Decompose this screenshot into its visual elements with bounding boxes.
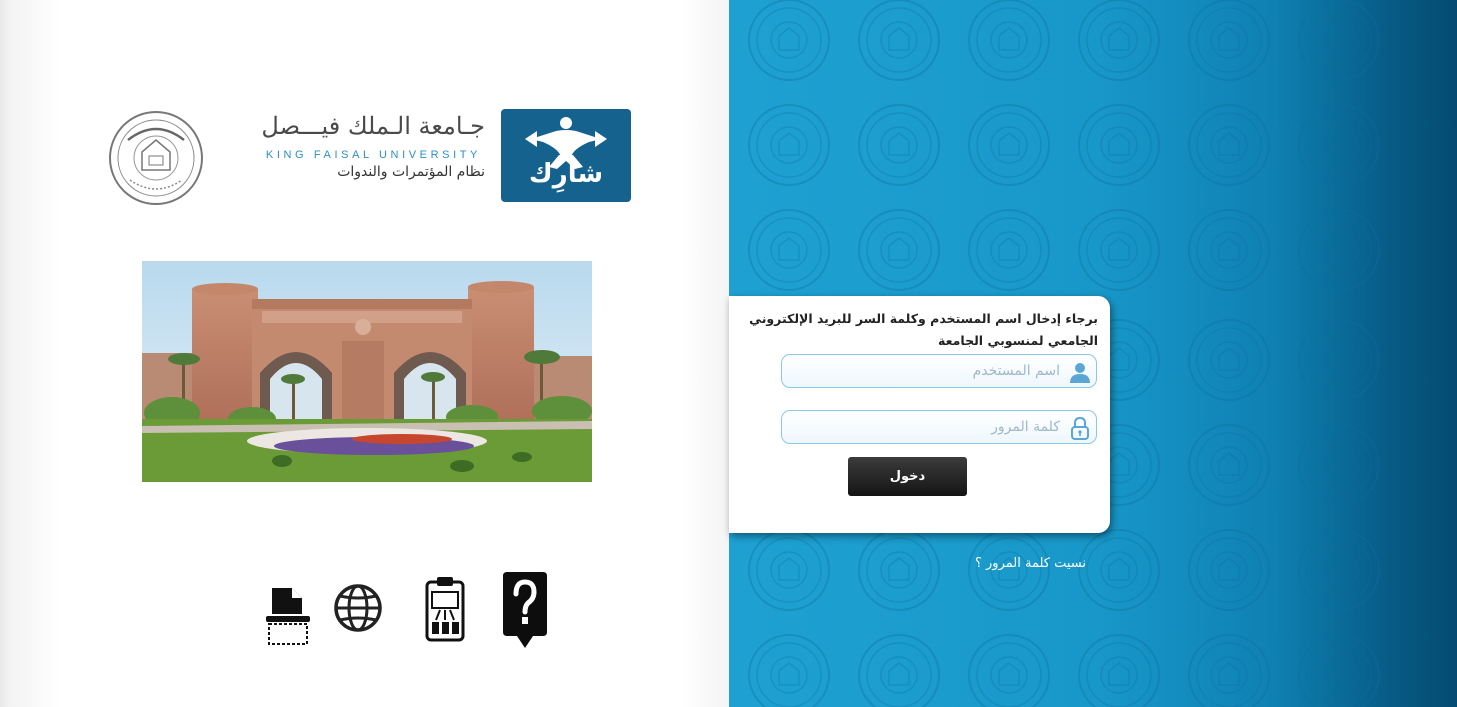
username-input[interactable]	[782, 355, 1066, 387]
branding-panel: جـامعة الـملك فيـــصل KING FAISAL UNIVER…	[0, 0, 729, 707]
university-name-english: KING FAISAL UNIVERSITY	[265, 149, 481, 161]
login-button[interactable]: دخول	[848, 457, 967, 496]
login-prompt: برجاء إدخال اسم المستخدم وكلمة السر للبر…	[749, 311, 1098, 348]
campus-photo	[142, 261, 592, 482]
document-scan-icon[interactable]	[262, 572, 314, 648]
university-name-arabic: جـامعة الـملك فيـــصل	[261, 112, 485, 140]
password-input[interactable]	[782, 411, 1066, 443]
share-logo: شارِك	[501, 109, 631, 202]
user-icon	[1068, 360, 1092, 384]
lock-icon	[1068, 416, 1092, 440]
globe-icon[interactable]	[332, 572, 384, 648]
password-field[interactable]	[781, 410, 1097, 444]
forgot-password-link[interactable]: نسيت كلمة المرور ؟	[920, 556, 1086, 571]
share-logo-text: شارِك	[528, 159, 604, 189]
login-card: برجاء إدخال اسم المستخدم وكلمة السر للبر…	[729, 296, 1110, 533]
university-wordmark: جـامعة الـملك فيـــصل KING FAISAL UNIVER…	[240, 112, 485, 202]
university-seal-logo	[108, 110, 204, 206]
username-field[interactable]	[781, 354, 1097, 388]
clipboard-chart-icon[interactable]	[420, 572, 472, 648]
system-name: نظام المؤتمرات والندوات	[337, 164, 485, 180]
help-question-icon[interactable]	[501, 572, 553, 648]
